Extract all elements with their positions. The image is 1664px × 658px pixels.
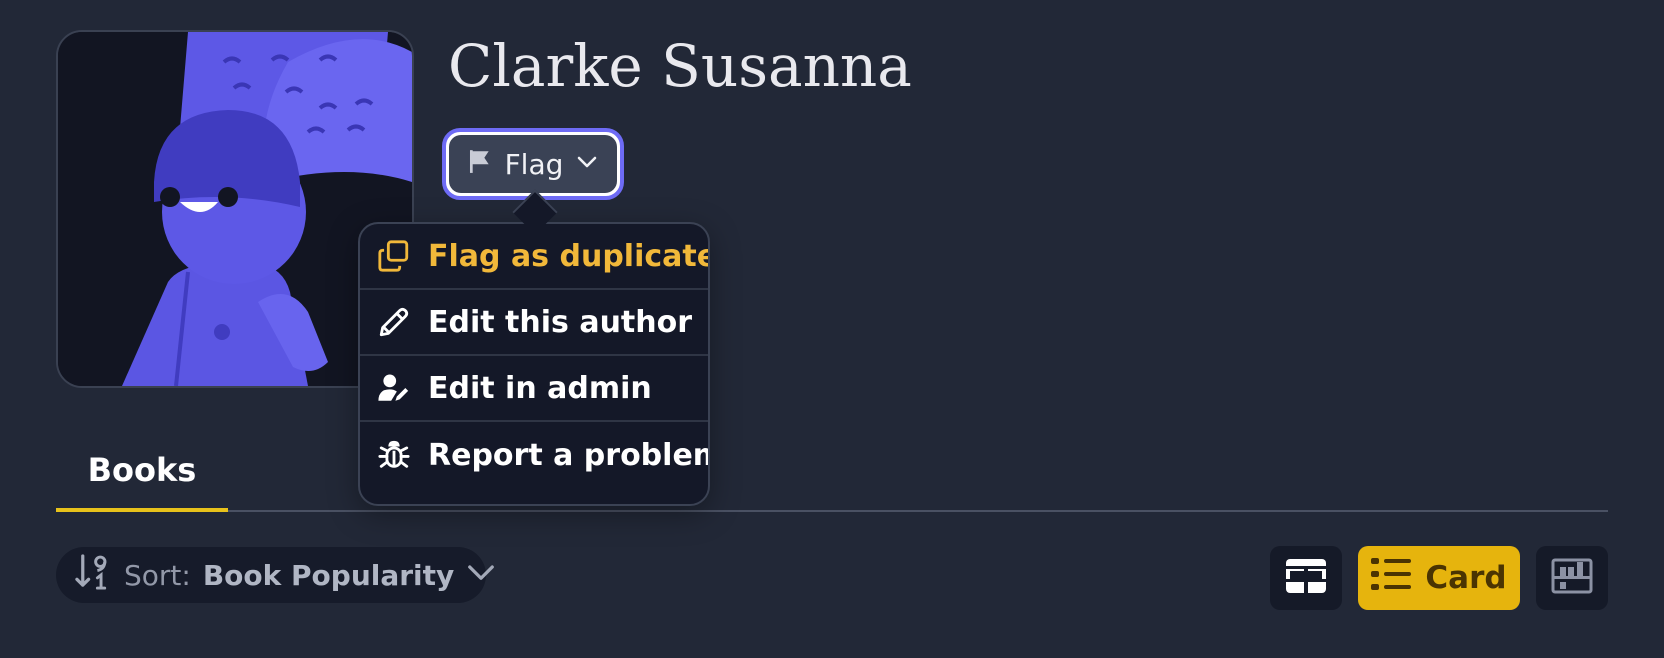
flag-button-body[interactable]: Flag (449, 135, 617, 193)
flag-menu: Flag as duplicate Edit this author Edit … (358, 222, 710, 506)
user-edit-icon (376, 370, 412, 406)
view-table-button[interactable] (1270, 546, 1342, 610)
menu-item-edit-author[interactable]: Edit this author (360, 290, 708, 356)
list-icon (1371, 557, 1412, 599)
flag-button[interactable]: Flag (442, 128, 624, 200)
tab-books[interactable]: Books (56, 432, 228, 512)
chevron-down-icon (575, 148, 599, 181)
view-card-button[interactable]: Card (1358, 546, 1520, 610)
menu-item-label: Flag as duplicate (428, 238, 710, 274)
author-page: Clarke Susanna Flag Flag as duplicate Ed… (0, 0, 1664, 658)
sort-value: Book Popularity (202, 558, 455, 592)
chevron-down-icon (466, 557, 496, 594)
pencil-icon (376, 304, 412, 340)
copy-icon (376, 238, 412, 274)
tab-bar: Books (56, 432, 1608, 512)
bookshelf-icon (1551, 558, 1593, 598)
menu-item-edit-admin[interactable]: Edit in admin (360, 356, 708, 422)
view-shelf-button[interactable] (1536, 546, 1608, 610)
menu-item-report-problem[interactable]: Report a problem (360, 422, 708, 488)
sort-label: Sort: (124, 558, 191, 592)
menu-item-label: Report a problem (428, 437, 710, 473)
menu-item-label: Edit this author (428, 304, 693, 340)
table-icon (1285, 558, 1327, 598)
author-name: Clarke Susanna (448, 32, 912, 100)
menu-item-label: Edit in admin (428, 370, 652, 406)
sort-dropdown[interactable]: Sort: Book Popularity (56, 547, 495, 603)
sort-numeric-icon (74, 553, 112, 598)
view-card-label: Card (1425, 560, 1507, 596)
flag-icon (467, 148, 493, 181)
flag-button-label: Flag (504, 147, 564, 181)
bug-icon (376, 437, 412, 473)
